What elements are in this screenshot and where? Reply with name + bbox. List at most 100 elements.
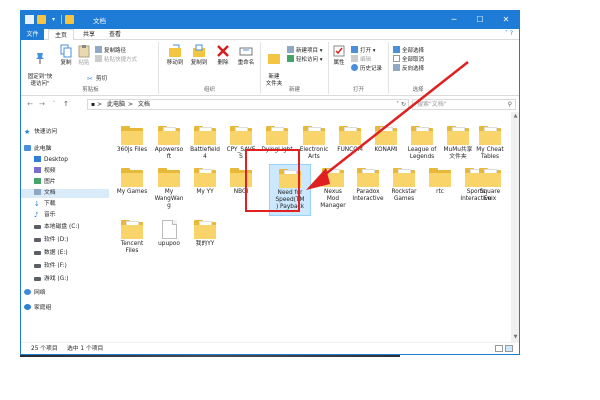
move-to-label: 移动到 (166, 60, 184, 66)
scroll-up-icon[interactable]: ▲ (511, 112, 519, 121)
nav-this-pc[interactable]: 此电脑 (24, 145, 51, 154)
edit-button[interactable]: 编辑 (351, 55, 371, 64)
new-folder-icon[interactable] (37, 15, 46, 24)
folder-item[interactable]: Battlefield 4 (186, 126, 224, 161)
select-none-label: 全部取消 (402, 57, 425, 63)
new-item-button[interactable]: 新建项目 ▾ (287, 46, 323, 55)
folder-icon (429, 168, 451, 187)
folder-item[interactable]: Rockstar Games (385, 168, 423, 203)
nav-music[interactable]: ♪ 音乐 (34, 211, 56, 220)
copy-button[interactable]: 复制 (59, 44, 73, 67)
help-icon[interactable]: ˅ ? (505, 30, 513, 37)
nav-desktop[interactable]: Desktop (34, 156, 68, 165)
scroll-down-icon[interactable]: ▼ (511, 333, 519, 342)
cut-button[interactable]: ✂ 剪切 (87, 75, 107, 84)
folder-item[interactable]: Nexus Mod Manager (314, 168, 352, 210)
nav-documents[interactable]: 文档 (21, 189, 109, 198)
invert-selection-button[interactable]: 反向选择 (393, 64, 424, 73)
tab-share[interactable]: 共享 (77, 29, 101, 40)
folder-item[interactable]: My Games (113, 168, 151, 196)
new-folder-button[interactable]: 新建 文件夹 (263, 44, 285, 88)
recent-locations-icon[interactable]: ˅ (49, 99, 59, 109)
copy-to-icon (192, 44, 206, 58)
folder-name: 360js Files (116, 147, 148, 153)
open-label: 打开 (360, 48, 372, 54)
tab-file[interactable]: 文件 (21, 29, 44, 40)
large-icons-view-icon[interactable] (505, 345, 513, 352)
history-button[interactable]: 历史记录 (351, 64, 382, 73)
nav-drive-f[interactable]: 软件 (F:) (34, 262, 67, 271)
customize-dropdown-icon[interactable]: ▾ (49, 15, 58, 24)
paste-shortcut-button[interactable]: 粘贴快捷方式 (95, 55, 137, 64)
folder-item[interactable]: League of Legends (403, 126, 441, 161)
folder-name: Rockstar Games (391, 189, 417, 202)
vertical-scrollbar[interactable]: ▲ ▼ (511, 112, 519, 342)
folder-item[interactable]: 我的YY (186, 220, 224, 248)
delete-icon (216, 44, 230, 58)
folder-item[interactable]: 360js Files (113, 126, 151, 154)
nav-homegroup[interactable]: 家庭组 (24, 304, 51, 313)
folder-item[interactable]: KONAMI (367, 126, 405, 154)
folder-item[interactable]: FUNCOM (331, 126, 369, 154)
nav-drive-e[interactable]: 数据 (E:) (34, 249, 68, 258)
select-all-button[interactable]: 全部选择 (393, 46, 424, 55)
easy-access-button[interactable]: 轻松访问 ▾ (287, 55, 323, 64)
copy-to-label: 复制到 (190, 60, 208, 66)
nav-downloads[interactable]: ↓ 下载 (34, 200, 56, 209)
folder-item[interactable]: Tencent Files (113, 220, 151, 255)
address-bar[interactable]: ▪ > 此电脑 > 文档 ˅ ↻ (87, 99, 409, 110)
nav-drive-d[interactable]: 软件 (D:) (34, 236, 68, 245)
folder-name: 我的YY (195, 241, 215, 247)
folder-item[interactable]: Square Enix (471, 168, 509, 203)
new-item-icon (287, 46, 294, 53)
nav-label: 快速访问 (34, 129, 58, 135)
file-item[interactable]: upupoo (150, 220, 188, 248)
rename-button[interactable]: 重命名 (235, 44, 257, 67)
breadcrumb-documents[interactable]: 文档 (138, 101, 150, 108)
tab-view[interactable]: 查看 (103, 29, 127, 40)
up-button[interactable]: ↑ (61, 99, 71, 109)
drive-icon (34, 225, 41, 229)
folder-icon (411, 126, 433, 145)
breadcrumb-this-pc[interactable]: 此电脑 (107, 101, 125, 108)
nav-network[interactable]: 网络 (24, 289, 46, 298)
folder-item[interactable]: Electronic Arts (295, 126, 333, 161)
folder-icon (121, 126, 143, 145)
properties-button[interactable]: 属性 (331, 44, 347, 67)
move-to-icon (168, 44, 182, 58)
folder-item[interactable]: Apowerso ft (150, 126, 188, 161)
close-button[interactable]: ✕ (493, 11, 519, 29)
nav-quick-access[interactable]: ★ 快速访问 (24, 128, 57, 137)
nav-videos[interactable]: 视频 (34, 167, 56, 176)
folder-item[interactable]: My Cheat Tables (471, 126, 509, 161)
properties-icon[interactable] (25, 15, 34, 24)
folder-item[interactable]: rtc (421, 168, 459, 196)
refresh-icon[interactable]: ˅ ↻ (396, 100, 406, 109)
copy-path-icon (95, 46, 102, 53)
folder-item[interactable]: Paradox Interactive (349, 168, 387, 203)
maximize-button[interactable]: ☐ (467, 11, 493, 29)
copy-path-button[interactable]: 复制路径 (95, 46, 126, 55)
nav-label: Desktop (44, 157, 68, 163)
copy-to-button[interactable]: 复制到 (189, 44, 209, 67)
select-none-button[interactable]: 全部取消 (393, 55, 424, 64)
folder-item[interactable]: My WangWan g (150, 168, 188, 210)
folder-name: Battlefield 4 (190, 147, 220, 160)
annotation-highlight-box (245, 149, 300, 212)
blank-file-icon (161, 220, 177, 239)
paste-button[interactable]: 粘贴 (77, 44, 91, 67)
nav-drive-c[interactable]: 本地磁盘 (C:) (34, 223, 80, 232)
forward-button[interactable]: → (37, 99, 47, 109)
open-button[interactable]: 打开 ▾ (351, 46, 376, 55)
delete-button[interactable]: 删除 (215, 44, 231, 67)
details-view-icon[interactable] (495, 345, 503, 352)
folder-item[interactable]: My YY (186, 168, 224, 196)
back-button[interactable]: ← (25, 99, 35, 109)
move-to-button[interactable]: 移动到 (165, 44, 185, 67)
search-box[interactable]: 搜索"文档" ⚲ (412, 99, 516, 110)
nav-pictures[interactable]: 图片 (34, 178, 56, 187)
drive-icon (34, 264, 41, 268)
pin-quick-access-button[interactable]: 固定到"快 速访问" (25, 44, 55, 88)
nav-drive-g[interactable]: 游戏 (G:) (34, 275, 68, 284)
minimize-button[interactable]: ─ (441, 11, 467, 29)
